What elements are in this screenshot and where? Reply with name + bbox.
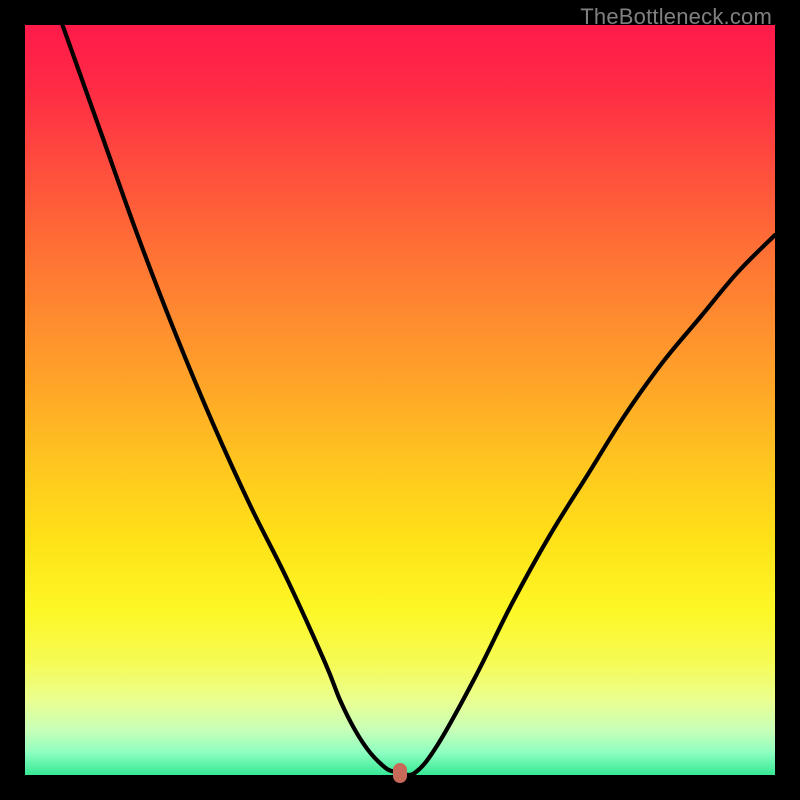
bottleneck-curve-line: [63, 25, 776, 775]
plot-area: [25, 25, 775, 775]
optimal-point-marker: [393, 763, 407, 783]
bottleneck-chart: TheBottleneck.com: [0, 0, 800, 800]
curve-svg: [25, 25, 775, 775]
